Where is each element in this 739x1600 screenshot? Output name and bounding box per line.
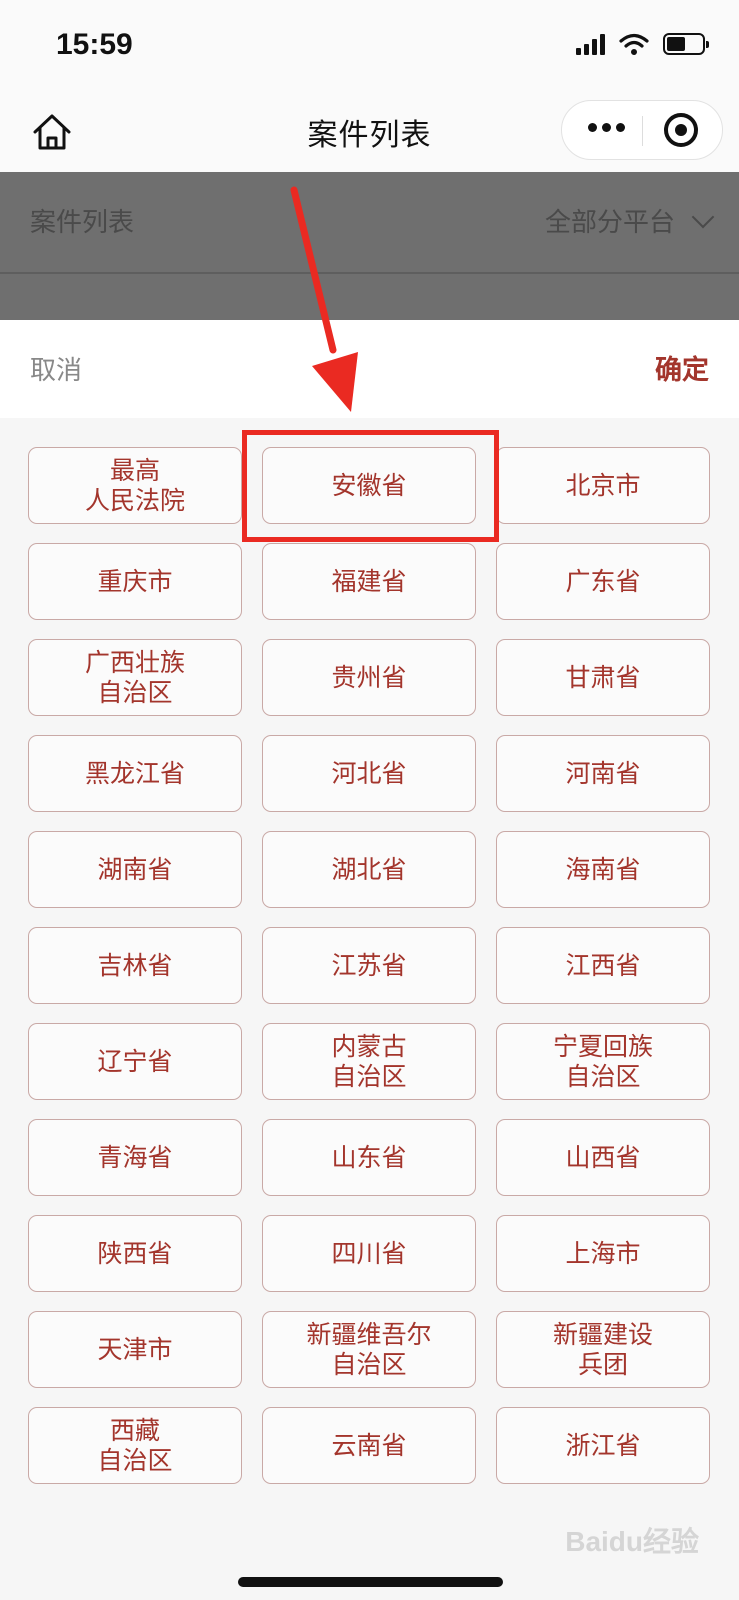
region-option[interactable]: 宁夏回族 自治区: [496, 1023, 710, 1100]
region-option[interactable]: 广西壮族 自治区: [28, 639, 242, 716]
more-icon[interactable]: [588, 123, 625, 132]
region-option[interactable]: 新疆维吾尔 自治区: [262, 1311, 476, 1388]
region-option[interactable]: 陕西省: [28, 1215, 242, 1292]
region-option[interactable]: 山东省: [262, 1119, 476, 1196]
region-option[interactable]: 辽宁省: [28, 1023, 242, 1100]
nav-bar: 案件列表: [0, 92, 739, 172]
platform-filter-value: 全部分平台: [544, 208, 675, 238]
region-option[interactable]: 江西省: [496, 927, 710, 1004]
region-option[interactable]: 浙江省: [496, 1407, 710, 1484]
region-option[interactable]: 重庆市: [28, 543, 242, 620]
status-time: 15:59: [56, 28, 133, 61]
region-option[interactable]: 四川省: [262, 1215, 476, 1292]
region-grid: 最高 人民法院 安徽省 北京市重庆市 福建省 广东省广西壮族 自治区 贵州省 甘肃省黑龙江省…: [28, 447, 711, 1484]
region-option[interactable]: 北京市: [496, 447, 710, 524]
region-option[interactable]: 内蒙古 自治区: [262, 1023, 476, 1100]
region-option[interactable]: 海南省: [496, 831, 710, 908]
platform-filter: 全部分平台: [544, 202, 715, 239]
region-option[interactable]: 河南省: [496, 735, 710, 812]
capsule-divider: [642, 116, 643, 146]
list-heading: 案件列表: [30, 208, 135, 238]
region-option[interactable]: 贵州省: [262, 639, 476, 716]
battery-icon: [663, 33, 709, 55]
region-option[interactable]: 新疆建设 兵团: [496, 1311, 710, 1388]
region-option[interactable]: 最高 人民法院: [28, 447, 242, 524]
status-icons: [576, 33, 709, 55]
region-option[interactable]: 西藏 自治区: [28, 1407, 242, 1484]
region-option[interactable]: 广东省: [496, 543, 710, 620]
dimmed-background: 案件列表 全部分平台: [0, 172, 739, 320]
close-miniprogram-icon[interactable]: [664, 113, 698, 147]
chevron-down-icon: [691, 205, 715, 228]
region-option[interactable]: 天津市: [28, 1311, 242, 1388]
region-option[interactable]: 湖北省: [262, 831, 476, 908]
picker-header: 取消 确定: [0, 320, 739, 418]
region-option[interactable]: 安徽省: [262, 447, 476, 524]
confirm-button[interactable]: 确定: [655, 348, 709, 387]
region-option[interactable]: 江苏省: [262, 927, 476, 1004]
cancel-button[interactable]: 取消: [30, 350, 82, 387]
divider: [0, 272, 739, 274]
region-option[interactable]: 山西省: [496, 1119, 710, 1196]
home-indicator: [238, 1577, 503, 1587]
region-option[interactable]: 黑龙江省: [28, 735, 242, 812]
region-option[interactable]: 甘肃省: [496, 639, 710, 716]
region-option[interactable]: 湖南省: [28, 831, 242, 908]
region-option[interactable]: 吉林省: [28, 927, 242, 1004]
region-option[interactable]: 云南省: [262, 1407, 476, 1484]
status-bar: 15:59: [0, 0, 739, 92]
watermark: Baidu经验: [565, 1526, 699, 1557]
miniprogram-capsule: [561, 100, 723, 160]
wifi-icon: [619, 33, 649, 55]
region-option[interactable]: 福建省: [262, 543, 476, 620]
region-option[interactable]: 河北省: [262, 735, 476, 812]
region-option[interactable]: 青海省: [28, 1119, 242, 1196]
cellular-signal-icon: [576, 33, 605, 55]
region-picker-sheet: 取消 确定 最高 人民法院 安徽省 北京市重庆市 福建省 广东省广西壮族 自治区 贵州省甘…: [0, 320, 739, 1600]
region-option[interactable]: 上海市: [496, 1215, 710, 1292]
